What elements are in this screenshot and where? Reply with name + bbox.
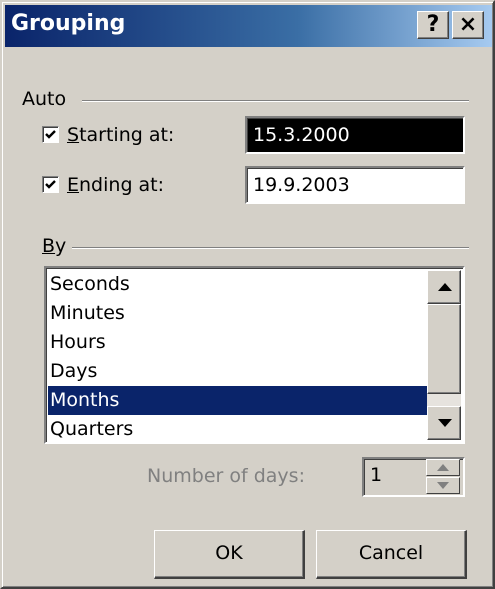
- arrow-up-icon: [438, 283, 452, 291]
- title-bar[interactable]: Grouping ? ×: [5, 5, 492, 47]
- auto-group-label: Auto: [22, 88, 73, 110]
- grouping-dialog: Grouping ? × Auto Starting at: 15.3.2000…: [0, 0, 495, 589]
- arrow-down-icon: [437, 482, 449, 489]
- starting-at-input[interactable]: 15.3.2000: [245, 116, 465, 154]
- spin-up-button[interactable]: [426, 459, 460, 476]
- by-listbox[interactable]: Seconds Minutes Hours Days Months Quarte…: [44, 266, 465, 444]
- ending-at-checkbox[interactable]: [42, 176, 59, 193]
- starting-at-mnemonic: S: [67, 124, 80, 146]
- scroll-down-button[interactable]: [427, 406, 461, 440]
- ending-at-label-text: nding at:: [79, 174, 165, 196]
- number-of-days-value[interactable]: 1: [370, 464, 382, 486]
- by-list-items: Seconds Minutes Hours Days Months Quarte…: [48, 270, 428, 444]
- scroll-thumb[interactable]: [427, 304, 461, 394]
- starting-at-label-text: tarting at:: [79, 124, 175, 146]
- list-item-days[interactable]: Days: [48, 357, 428, 386]
- list-scrollbar[interactable]: [427, 270, 461, 440]
- ending-at-mnemonic: E: [67, 174, 80, 196]
- window-title: Grouping: [11, 11, 126, 36]
- close-button[interactable]: ×: [452, 11, 484, 39]
- by-group-line: [62, 247, 469, 249]
- by-label-text: y: [55, 235, 67, 257]
- ending-at-input[interactable]: 19.9.2003: [245, 166, 465, 204]
- list-item-hours[interactable]: Hours: [48, 328, 428, 357]
- scroll-up-button[interactable]: [427, 270, 461, 304]
- check-mark-icon: [45, 130, 56, 139]
- check-mark-icon: [45, 180, 56, 189]
- ending-at-label[interactable]: Ending at:: [67, 174, 164, 196]
- help-button[interactable]: ?: [417, 11, 449, 39]
- number-of-days-label: Number of days:: [147, 465, 305, 487]
- by-mnemonic: B: [42, 235, 56, 257]
- cancel-button[interactable]: Cancel: [316, 530, 467, 579]
- spin-down-button[interactable]: [426, 477, 460, 494]
- auto-group-line: [82, 100, 469, 102]
- by-group-label: By: [42, 235, 73, 257]
- ok-button[interactable]: OK: [154, 530, 305, 579]
- list-item-months[interactable]: Months: [48, 386, 428, 415]
- arrow-up-icon: [437, 464, 449, 471]
- arrow-down-icon: [438, 419, 452, 427]
- list-item-quarters[interactable]: Quarters: [48, 415, 428, 444]
- list-item-minutes[interactable]: Minutes: [48, 299, 428, 328]
- list-item-seconds[interactable]: Seconds: [48, 270, 428, 299]
- starting-at-label[interactable]: Starting at:: [67, 124, 174, 146]
- starting-at-checkbox[interactable]: [42, 126, 59, 143]
- number-of-days-spinner[interactable]: 1: [362, 457, 465, 497]
